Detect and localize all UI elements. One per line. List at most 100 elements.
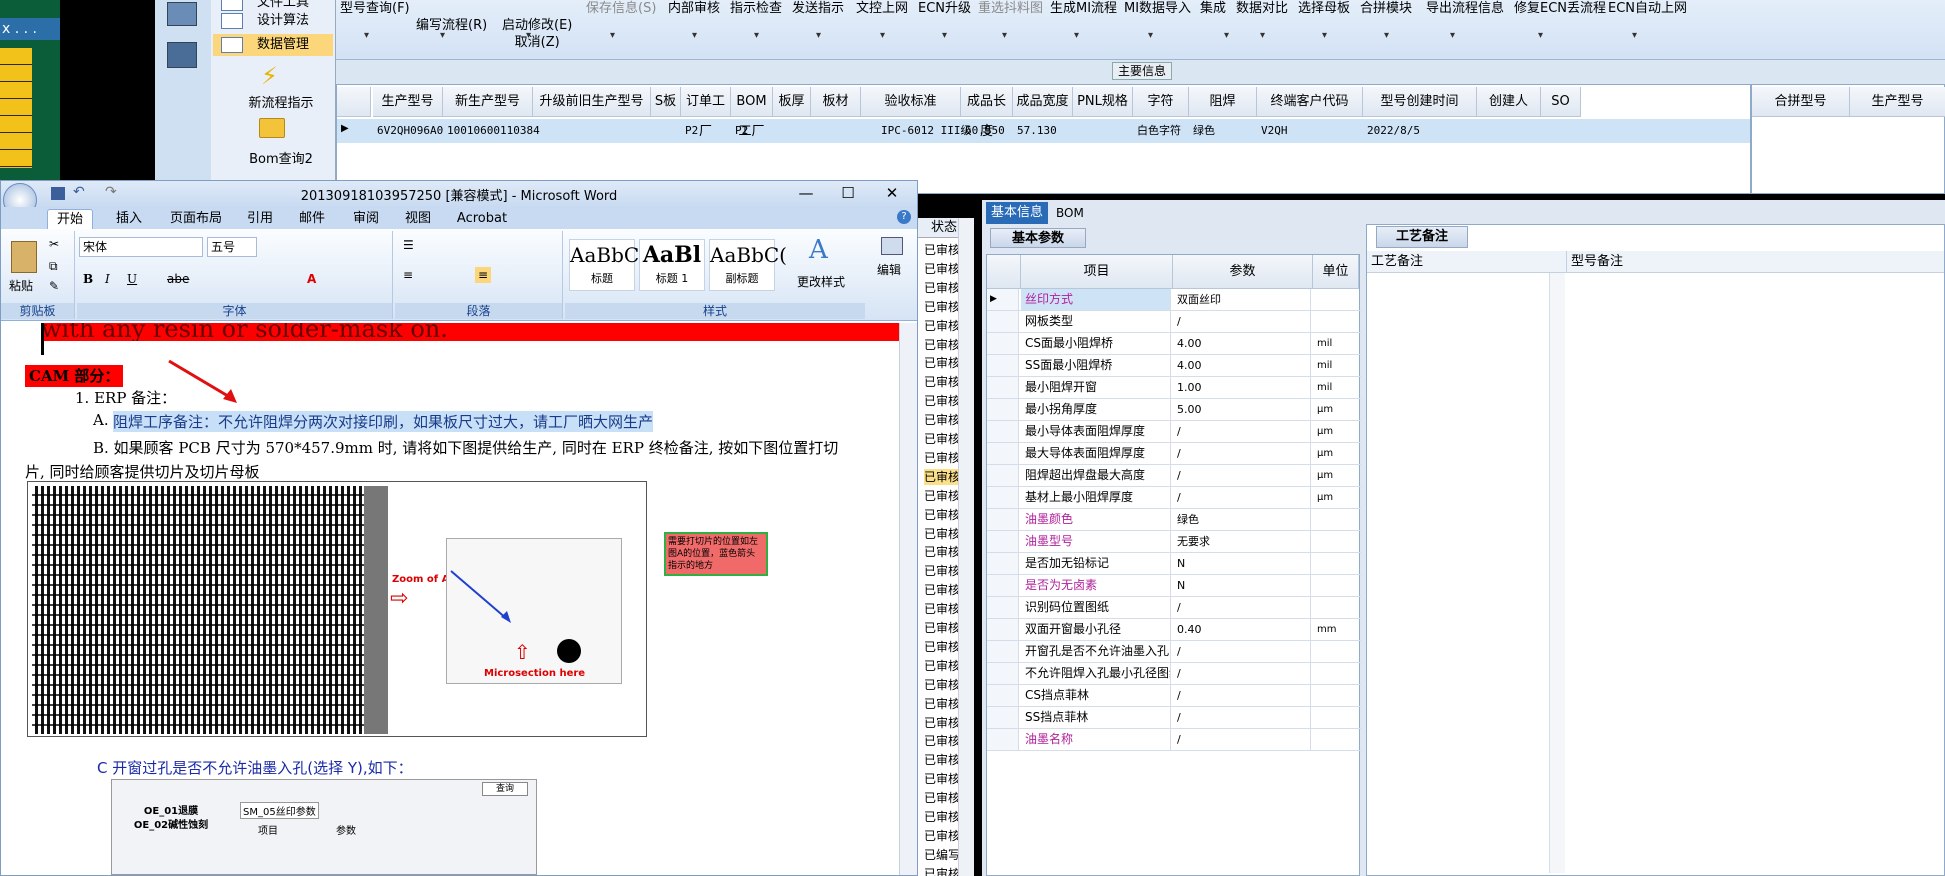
param-value[interactable]: 绿色 bbox=[1173, 509, 1311, 530]
param-row[interactable]: 阻焊超出焊盘最大高度 / μm bbox=[987, 465, 1361, 487]
change-styles-icon[interactable]: A bbox=[809, 235, 828, 265]
grid-header[interactable]: 新生产型号 bbox=[443, 87, 533, 117]
param-row[interactable]: 不允许阻焊入孔最小孔径图纸 / bbox=[987, 663, 1361, 685]
chevron-down-icon[interactable]: ▾ bbox=[1632, 30, 1637, 41]
status-item[interactable]: 已审核 bbox=[924, 658, 962, 674]
param-header[interactable]: 项目 bbox=[1021, 255, 1173, 289]
change-styles-button[interactable]: 更改样式 bbox=[797, 273, 845, 290]
status-item[interactable]: 已审核 bbox=[924, 752, 962, 768]
grid-header[interactable]: 终端客户代码 bbox=[1257, 87, 1363, 117]
status-item[interactable]: 已审核 bbox=[924, 771, 962, 787]
merge-grid-header[interactable]: 合拼型号 bbox=[1752, 87, 1850, 117]
toolbar-button[interactable]: 型号查询(F) bbox=[340, 0, 410, 17]
status-item[interactable]: 已审核 bbox=[924, 507, 962, 523]
undo-icon[interactable]: ↶ bbox=[73, 184, 85, 200]
format-painter-icon[interactable]: ✎ bbox=[49, 279, 59, 293]
process-header[interactable]: 工艺备注 bbox=[1367, 251, 1567, 273]
param-row[interactable]: 识别码位置图纸 / bbox=[987, 597, 1361, 619]
help-icon[interactable]: ? bbox=[897, 210, 911, 224]
status-scrollbar[interactable] bbox=[958, 218, 974, 876]
status-item[interactable]: 已审核 bbox=[924, 374, 962, 390]
param-value[interactable]: N bbox=[1173, 553, 1311, 574]
status-item[interactable]: 已审核 bbox=[924, 355, 962, 371]
model-remarks-header[interactable]: 型号备注 bbox=[1567, 251, 1944, 273]
grid-header[interactable]: 验收标准 bbox=[861, 87, 961, 117]
status-item[interactable]: 已审核 bbox=[924, 337, 962, 353]
binoculars-icon[interactable] bbox=[881, 237, 903, 255]
chevron-down-icon[interactable]: ▾ bbox=[754, 30, 759, 41]
param-value[interactable]: 5.00 bbox=[1173, 399, 1311, 420]
tab-bom[interactable]: BOM bbox=[1056, 202, 1096, 224]
status-item[interactable]: 已审核 bbox=[924, 242, 962, 258]
status-item[interactable]: 已编写 bbox=[924, 847, 962, 863]
grid-header[interactable]: 字符 bbox=[1133, 87, 1189, 117]
font-size-select[interactable]: 五号 bbox=[207, 237, 257, 257]
status-item[interactable]: 已审核 bbox=[924, 412, 962, 428]
process-remarks-scrollbar[interactable] bbox=[1549, 273, 1565, 873]
grid-header[interactable]: 成品宽度 bbox=[1013, 87, 1073, 117]
param-row[interactable]: CS挡点菲林 / bbox=[987, 685, 1361, 707]
param-row[interactable]: 基材上最小阻焊厚度 / μm bbox=[987, 487, 1361, 509]
toolbar-button[interactable]: 集成 bbox=[1200, 0, 1226, 17]
bullets-icon[interactable]: ☰ bbox=[403, 237, 414, 253]
status-item[interactable]: 已审核 bbox=[924, 299, 962, 315]
status-item[interactable]: 已审核 bbox=[924, 696, 962, 712]
chevron-down-icon[interactable]: ▾ bbox=[1322, 30, 1327, 41]
param-row[interactable]: 双面开窗最小孔径 0.40 mm bbox=[987, 619, 1361, 641]
param-value[interactable]: 4.00 bbox=[1173, 355, 1311, 376]
grid-cell[interactable]: 6V2QH096A0 bbox=[377, 121, 447, 141]
module-icon-1[interactable] bbox=[167, 2, 197, 26]
pcb-figure[interactable]: Zoom of A ⇨ ⇧ Microsection here 需要打切片的位置… bbox=[27, 481, 768, 737]
param-value[interactable]: / bbox=[1173, 465, 1311, 486]
module-icon-2[interactable] bbox=[167, 42, 197, 68]
param-row[interactable]: 最小导体表面阻焊厚度 / μm bbox=[987, 421, 1361, 443]
style-subtitle[interactable]: AaBbC(副标题 bbox=[709, 239, 787, 291]
nav-item-design-algorithm[interactable]: 设计算法 bbox=[213, 10, 333, 32]
grid-header[interactable]: SO bbox=[1541, 87, 1581, 117]
toolbar-button[interactable]: 指示检查 bbox=[730, 0, 782, 17]
param-row[interactable]: 是否加无铅标记 N bbox=[987, 553, 1361, 575]
status-item[interactable]: 已审核 bbox=[924, 450, 962, 466]
cut-icon[interactable]: ✂ bbox=[49, 237, 59, 251]
chevron-down-icon[interactable]: ▾ bbox=[610, 30, 615, 41]
chevron-down-icon[interactable]: ▾ bbox=[816, 30, 821, 41]
tab-basic-info[interactable]: 基本信息 bbox=[986, 202, 1048, 224]
grid-header[interactable]: S板 bbox=[651, 87, 681, 117]
chevron-down-icon[interactable]: ▾ bbox=[1002, 30, 1007, 41]
grid-cell[interactable] bbox=[537, 121, 655, 141]
param-value[interactable]: / bbox=[1173, 685, 1311, 706]
style-heading-1[interactable]: AaBl 标题 1 bbox=[639, 239, 705, 291]
grid-header[interactable]: 型号创建时间 bbox=[1363, 87, 1477, 117]
status-item[interactable]: 已审核 bbox=[924, 318, 962, 334]
param-row[interactable]: CS面最小阻焊桥 4.00 mil bbox=[987, 333, 1361, 355]
grid-header[interactable]: 板厚 bbox=[773, 87, 811, 117]
param-value[interactable]: / bbox=[1173, 641, 1311, 662]
status-item[interactable]: 已审核 bbox=[924, 809, 962, 825]
toolbar-button[interactable]: MI数据导入 bbox=[1124, 0, 1191, 17]
param-value[interactable]: 双面丝印 bbox=[1173, 289, 1311, 310]
process-remarks-panel[interactable]: 工艺备注 型号备注 bbox=[1366, 224, 1945, 876]
minimize-icon[interactable]: — bbox=[791, 184, 821, 202]
grid-cell[interactable]: P2 bbox=[685, 121, 735, 141]
toolbar-button[interactable]: 选择母板 bbox=[1298, 0, 1350, 17]
param-value[interactable]: 无要求 bbox=[1173, 531, 1311, 552]
toolbar-button[interactable]: ECN自动上网 bbox=[1608, 0, 1687, 17]
toolbar-button[interactable]: 合拼模块 bbox=[1360, 0, 1412, 17]
chevron-down-icon[interactable]: ▾ bbox=[1538, 30, 1543, 41]
status-item[interactable]: 已审核 bbox=[924, 468, 962, 485]
chevron-down-icon[interactable]: ▾ bbox=[942, 30, 947, 41]
param-row[interactable]: 开窗孔是否不允许油墨入孔 / bbox=[987, 641, 1361, 663]
copy-icon[interactable]: ⧉ bbox=[49, 259, 58, 274]
param-row[interactable]: 是否为无卤素 N bbox=[987, 575, 1361, 597]
chevron-down-icon[interactable]: ▾ bbox=[440, 30, 445, 41]
param-value[interactable]: / bbox=[1173, 421, 1311, 442]
status-item[interactable]: 已审核 bbox=[924, 733, 962, 749]
merge-grid[interactable]: 合拼型号 生产型号 bbox=[1751, 84, 1945, 194]
param-row[interactable]: ▶ 丝印方式 双面丝印 bbox=[987, 289, 1361, 311]
param-header[interactable]: 单位 bbox=[1313, 255, 1359, 289]
strikethrough-icon[interactable]: abe bbox=[167, 271, 189, 287]
tab-1[interactable]: 插入 bbox=[107, 209, 151, 229]
grid-cell[interactable] bbox=[777, 121, 815, 141]
grid-cell[interactable] bbox=[1545, 121, 1585, 141]
grid-cell[interactable]: V2QH bbox=[1261, 121, 1367, 141]
